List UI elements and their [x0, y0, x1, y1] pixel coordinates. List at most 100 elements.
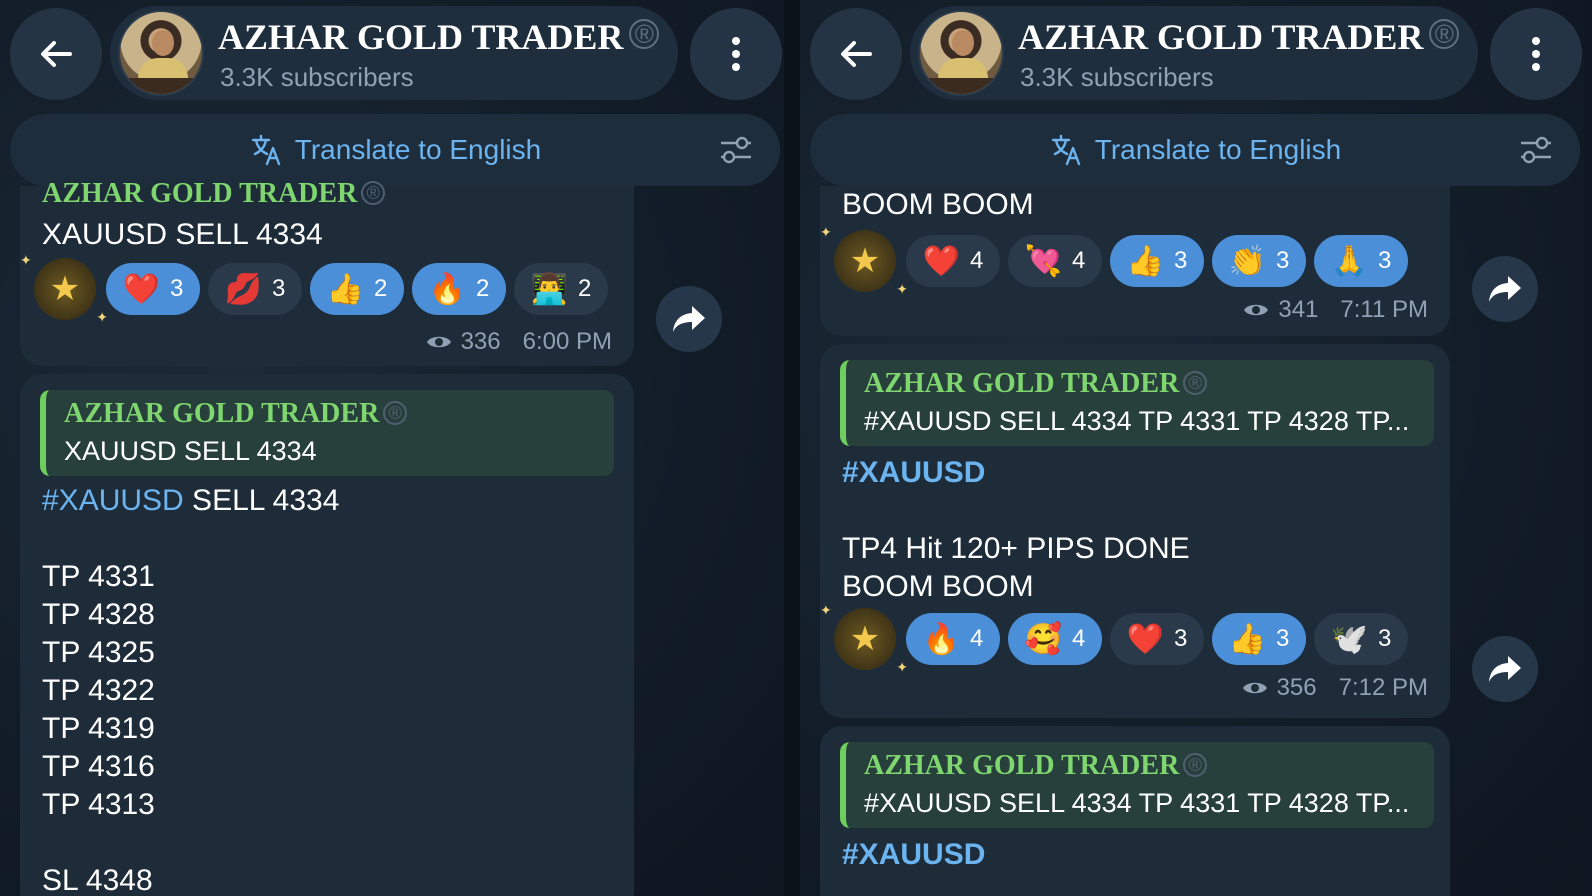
eye-icon	[1242, 682, 1267, 694]
reaction-count: 3	[272, 275, 286, 302]
quote-sender: AZHAR GOLD TRADER ®	[64, 398, 408, 430]
message-text: BOOM BOOM	[842, 570, 1034, 603]
reaction-chip[interactable]: 👨‍💻 2	[514, 263, 608, 315]
reaction-count: 2	[374, 275, 388, 302]
avatar[interactable]	[118, 10, 204, 96]
message-bubble[interactable]: AZHAR GOLD TRADER ® #XAUUSD SELL 4334 TP …	[820, 726, 1450, 896]
star-reaction[interactable]: ★	[820, 224, 908, 298]
tp-line: TP 4316	[42, 750, 155, 783]
reactions-row: ★ 🔥4 🥰4 ❤️3 👍3 🕊️3	[820, 602, 1416, 676]
sliders-icon[interactable]	[718, 132, 754, 168]
hashtag-link[interactable]: #XAUUSD	[842, 838, 985, 872]
reaction-chip[interactable]: 🔥 4	[906, 613, 1000, 665]
reply-quote[interactable]: AZHAR GOLD TRADER ® #XAUUSD SELL 4334 TP …	[840, 360, 1434, 446]
heart-icon: ❤️	[122, 271, 160, 307]
back-button[interactable]	[810, 8, 902, 100]
channel-title: AZHAR GOLD TRADER ®	[1018, 16, 1460, 58]
reaction-chip[interactable]: 💘 4	[1008, 235, 1102, 287]
translate-icon	[1051, 134, 1080, 166]
thumbs-up-icon: 👍	[326, 271, 364, 307]
avatar[interactable]	[918, 10, 1004, 96]
view-count: 336	[460, 328, 501, 355]
channel-header[interactable]: AZHAR GOLD TRADER ® 3.3K subscribers	[110, 6, 678, 100]
reaction-chip[interactable]: 🕊️ 3	[1314, 613, 1408, 665]
reply-quote[interactable]: AZHAR GOLD TRADER ® XAUUSD SELL 4334	[40, 390, 614, 476]
translate-bar[interactable]: Translate to English	[10, 114, 780, 186]
avatar-face	[152, 30, 174, 56]
reaction-count: 3	[1276, 625, 1290, 652]
share-arrow-icon	[1489, 656, 1521, 682]
clap-icon: 👏	[1228, 243, 1266, 279]
vertical-dots-icon	[1532, 37, 1540, 71]
message-meta: 356 7:12 PM	[1241, 674, 1428, 702]
reaction-chip[interactable]: 👍 3	[1212, 613, 1306, 665]
reaction-count: 3	[1174, 625, 1188, 652]
fire-icon: 🔥	[922, 621, 960, 657]
message-text: BOOM BOOM	[842, 188, 1034, 221]
channel-title: AZHAR GOLD TRADER ®	[218, 16, 660, 58]
tp-line: TP 4328	[42, 598, 155, 631]
star-icon: ★	[849, 620, 881, 658]
channel-header[interactable]: AZHAR GOLD TRADER ® 3.3K subscribers	[910, 6, 1478, 100]
registered-mark: ®	[361, 181, 386, 205]
more-menu-button[interactable]	[690, 8, 782, 100]
view-count: 356	[1276, 674, 1317, 701]
reaction-chip[interactable]: 👏 3	[1212, 235, 1306, 287]
reaction-chip[interactable]: 🔥 2	[412, 263, 506, 315]
reaction-count: 2	[476, 275, 490, 302]
reaction-chip[interactable]: ❤️ 4	[906, 235, 1000, 287]
reaction-chip[interactable]: ❤️ 3	[1110, 613, 1204, 665]
reaction-chip[interactable]: 🙏 3	[1314, 235, 1408, 287]
message-bubble[interactable]: BOOM BOOM ★ ❤️4 💘4 👍3 👏3 🙏3 341 7:11 PM	[820, 186, 1450, 336]
star-reaction[interactable]: ★	[820, 602, 908, 676]
reactions-row: ★ ❤️3 💋3 👍2 🔥2 👨‍💻2	[20, 252, 616, 326]
sl-line: SL 4348	[42, 864, 153, 896]
hashtag-link[interactable]: #XAUUSD	[842, 456, 985, 490]
quote-text: #XAUUSD SELL 4334 TP 4331 TP 4328 TP...	[864, 788, 1410, 818]
quote-text: XAUUSD SELL 4334	[64, 436, 317, 466]
reaction-count: 3	[1378, 625, 1392, 652]
registered-mark: ®	[629, 19, 660, 49]
sender-name: AZHAR GOLD TRADER	[42, 178, 358, 209]
avatar-desk	[920, 78, 1002, 94]
reaction-chip[interactable]: 💋 3	[208, 263, 302, 315]
thumbs-up-icon: 👍	[1126, 243, 1164, 279]
share-button[interactable]	[1472, 256, 1538, 322]
star-icon: ★	[849, 242, 881, 280]
translate-bar[interactable]: Translate to English	[810, 114, 1580, 186]
share-button[interactable]	[1472, 636, 1538, 702]
hashtag-link[interactable]: #XAUUSD	[42, 484, 184, 517]
more-menu-button[interactable]	[1490, 8, 1582, 100]
reactions-row: ★ ❤️4 💘4 👍3 👏3 🙏3	[820, 224, 1416, 298]
reaction-chip[interactable]: ❤️ 3	[106, 263, 200, 315]
pane-divider	[784, 0, 800, 896]
subscriber-count: 3.3K subscribers	[220, 62, 414, 92]
message-time: 6:00 PM	[522, 328, 612, 355]
thumbs-up-icon: 👍	[1228, 621, 1266, 657]
message-bubble[interactable]: AZHAR GOLD TRADER ® #XAUUSD SELL 4334 TP …	[820, 344, 1450, 718]
back-button[interactable]	[10, 8, 102, 100]
message-time: 7:11 PM	[1340, 296, 1428, 323]
message-meta: 336 6:00 PM	[425, 328, 612, 356]
kiss-icon: 💋	[224, 271, 262, 307]
right-chat-pane: AZHAR GOLD TRADER ® 3.3K subscribers Tran…	[800, 0, 1584, 896]
tp-line: TP 4319	[42, 712, 155, 745]
share-button[interactable]	[656, 286, 722, 352]
star-reaction[interactable]: ★	[20, 252, 108, 326]
reply-quote[interactable]: AZHAR GOLD TRADER ® #XAUUSD SELL 4334 TP …	[840, 742, 1434, 828]
pray-icon: 🙏	[1330, 243, 1368, 279]
reaction-chip[interactable]: 👍 2	[310, 263, 404, 315]
tp-line: TP 4325	[42, 636, 155, 669]
sliders-icon[interactable]	[1518, 132, 1554, 168]
message-bubble[interactable]: AZHAR GOLD TRADER® XAUUSD SELL 4334 ★ ❤️…	[20, 178, 634, 366]
tp-line: TP 4322	[42, 674, 155, 707]
avatar-face	[952, 30, 974, 56]
reaction-chip[interactable]: 🥰 4	[1008, 613, 1102, 665]
message-bubble[interactable]: AZHAR GOLD TRADER ® XAUUSD SELL 4334 #XAU…	[20, 374, 634, 896]
reaction-count: 2	[578, 275, 592, 302]
reaction-chip[interactable]: 👍 3	[1110, 235, 1204, 287]
sender-name: AZHAR GOLD TRADER	[64, 398, 380, 429]
heart-arrow-icon: 💘	[1024, 243, 1062, 279]
smiling-hearts-icon: 🥰	[1024, 621, 1062, 657]
message-time: 7:12 PM	[1338, 674, 1428, 701]
